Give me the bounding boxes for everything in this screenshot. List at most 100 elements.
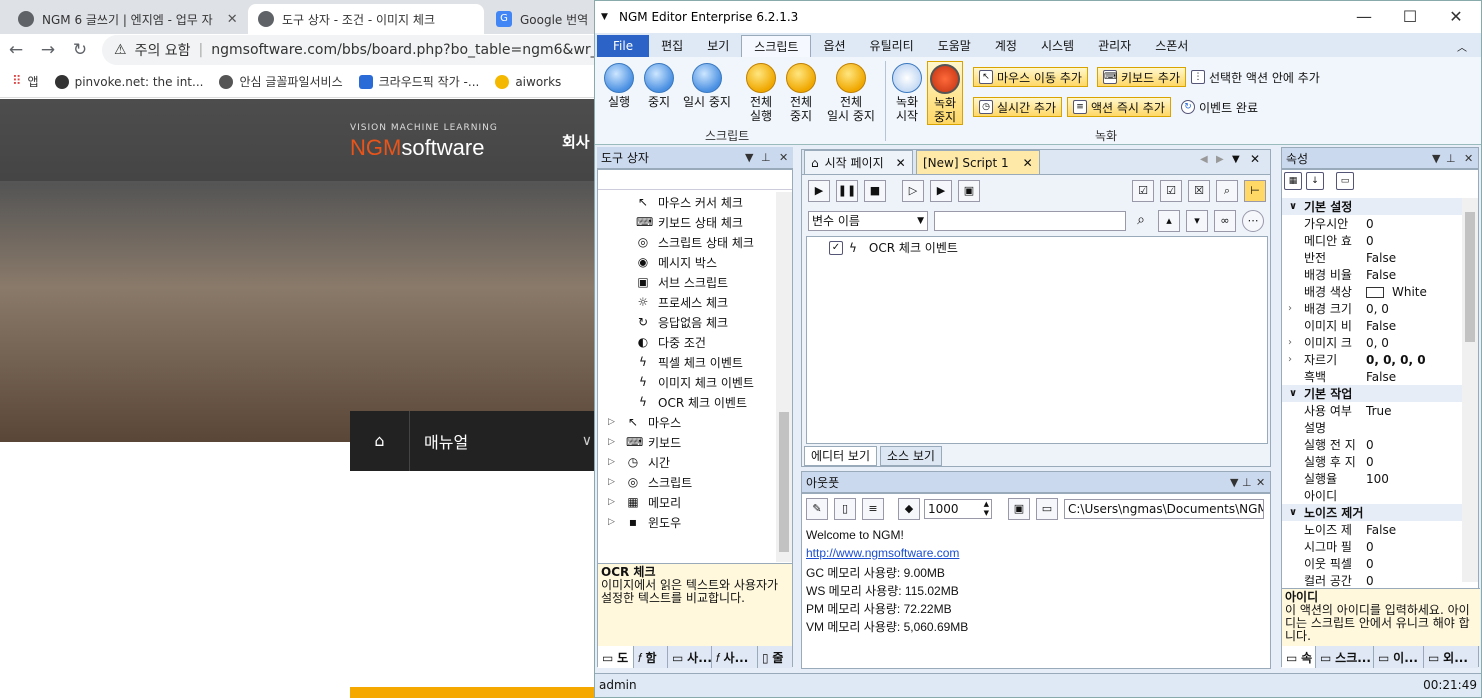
back-icon[interactable]: ← — [0, 40, 32, 60]
property-row[interactable]: 이미지 비 False — [1282, 317, 1464, 334]
run-all-button[interactable]: 전체 실행 — [743, 63, 779, 123]
close-icon[interactable]: ✕ — [1464, 148, 1473, 170]
tab-editor-view[interactable]: 에디터 보기 — [804, 446, 878, 466]
property-row[interactable]: 노이즈 제 False — [1282, 521, 1464, 538]
forward-icon[interactable]: → — [32, 40, 64, 60]
line-count-stepper[interactable]: 1000 ▲ ▼ — [924, 499, 992, 519]
property-value-cell[interactable]: False — [1362, 370, 1464, 384]
toolbox-item[interactable]: ↖ 마우스 커서 체크 — [636, 192, 743, 212]
dropdown-icon[interactable]: ▼ — [1230, 472, 1238, 494]
property-row[interactable]: › 배경 크기 0, 0 — [1282, 300, 1464, 317]
tab-toolbox[interactable]: ▭ 도 — [598, 646, 634, 668]
collapse-icon[interactable]: ∨ — [1282, 201, 1304, 212]
tab-lines[interactable]: ▯ 줄 — [758, 646, 792, 668]
property-row[interactable]: 배경 비율 False — [1282, 266, 1464, 283]
maximize-icon[interactable]: ☐ — [1387, 1, 1433, 33]
browser-tab[interactable]: NGM 6 글쓰기 | 엔지엠 - 업무 자 ✕ — [8, 4, 246, 34]
bookmark-item[interactable]: aiworks — [495, 74, 561, 89]
dropdown-icon[interactable]: ▼ — [1432, 148, 1440, 170]
toolbox-item[interactable]: ⌨ 키보드 상태 체크 — [636, 212, 743, 232]
property-row[interactable]: › 이미지 크 0, 0 — [1282, 334, 1464, 351]
pause-all-button[interactable]: 전체 일시 중지 — [823, 63, 879, 123]
property-row[interactable]: 설명 — [1282, 419, 1464, 436]
expand-icon[interactable]: › — [1288, 303, 1292, 314]
list-item[interactable]: ✓ ϟ OCR 체크 이벤트 — [829, 239, 958, 256]
home-icon[interactable]: ⌂ — [350, 411, 410, 471]
toolbox-group[interactable]: ▷ ▦ 메모리 — [608, 492, 681, 512]
property-value-cell[interactable]: White — [1362, 285, 1464, 299]
close-icon[interactable]: ✕ — [227, 12, 238, 27]
add-inside-action-button[interactable]: ⋮ 선택한 액션 안에 추가 — [1191, 67, 1320, 87]
expand-arrow-icon[interactable]: ▷ — [608, 437, 618, 447]
url-field[interactable]: ⚠ 주의 요함 | ngmsoftware.com/bbs/board.php?… — [102, 35, 600, 65]
check-all-icon[interactable]: ☑ — [1160, 180, 1182, 202]
property-row[interactable]: 메디안 효 0 — [1282, 232, 1464, 249]
tab-account[interactable]: 계정 — [983, 35, 1029, 57]
search-input[interactable] — [934, 211, 1126, 231]
tab-script-1[interactable]: [New] Script 1 ✕ — [916, 150, 1040, 174]
property-value-cell[interactable]: False — [1362, 251, 1464, 265]
more-icon[interactable]: ⋯ — [1242, 210, 1264, 232]
toolbox-item[interactable]: ϟ OCR 체크 이벤트 — [636, 392, 747, 412]
checkbox-checked[interactable]: ✓ — [829, 240, 843, 255]
pin-icon[interactable]: ⊥ — [761, 147, 771, 169]
move-down-icon[interactable]: ▾ — [1186, 210, 1208, 232]
property-value-cell[interactable]: 0, 0 — [1362, 302, 1464, 316]
tab-script[interactable]: ▭ 스크... — [1316, 646, 1374, 668]
close-icon[interactable]: ✕ — [779, 147, 788, 169]
bookmark-apps[interactable]: ⠿ 앱 — [12, 73, 39, 90]
close-icon[interactable]: ✕ — [896, 156, 906, 170]
property-value-cell[interactable]: 0 — [1362, 574, 1464, 588]
tab-misc[interactable]: ▭ 사... — [668, 646, 712, 668]
property-row[interactable]: 컬러 공간 0 — [1282, 572, 1464, 589]
collapse-ribbon-icon[interactable]: ︿ — [1457, 39, 1467, 54]
browser-tab[interactable]: G Google 번역 — [486, 4, 600, 34]
property-value-cell[interactable]: 0 — [1362, 438, 1464, 452]
close-icon[interactable]: ✕ — [1023, 156, 1033, 170]
toolbox-group[interactable]: ▷ ◷ 시간 — [608, 452, 670, 472]
tab-edit[interactable]: 편집 — [649, 35, 695, 57]
property-category[interactable]: ∨ 기본 설정 — [1282, 198, 1464, 215]
run-button[interactable]: 실행 — [601, 63, 637, 109]
eraser-icon[interactable]: ◆ — [898, 498, 920, 520]
dropdown-icon[interactable]: ▼ — [1232, 154, 1240, 165]
property-value-cell[interactable]: 0 — [1362, 557, 1464, 571]
add-keyboard-button[interactable]: ⌨ 키보드 추가 — [1097, 67, 1187, 87]
tab-properties[interactable]: ▭ 속 — [1282, 646, 1316, 668]
step-into-icon[interactable]: ▶ — [930, 180, 952, 202]
toolbox-group[interactable]: ▷ ⌨ 키보드 — [608, 432, 681, 452]
pause-icon[interactable]: ❚❚ — [836, 180, 858, 202]
toolbox-group[interactable]: ▷ ↖ 마우스 — [608, 412, 681, 432]
system-menu-icon[interactable]: ▼ — [601, 12, 608, 22]
menu-label[interactable]: 매뉴얼 — [410, 429, 582, 453]
record-stop-button[interactable]: 녹화 중지 — [927, 61, 963, 125]
dropdown-icon[interactable]: ▼ — [745, 147, 753, 169]
loop-icon[interactable]: ∞ — [1214, 210, 1236, 232]
property-value-cell[interactable]: 0 — [1362, 217, 1464, 231]
tab-system[interactable]: 시스템 — [1029, 35, 1086, 57]
check-icon[interactable]: ☑ — [1132, 180, 1154, 202]
minimize-icon[interactable]: — — [1341, 1, 1387, 33]
toolbox-item[interactable]: ↻ 응답없음 체크 — [636, 312, 728, 332]
expand-arrow-icon[interactable]: ▷ — [608, 417, 618, 427]
property-value-cell[interactable]: False — [1362, 523, 1464, 537]
tab-sponsor[interactable]: 스폰서 — [1143, 35, 1200, 57]
property-value-cell[interactable]: 0, 0, 0, 0 — [1362, 353, 1464, 367]
tab-script[interactable]: 스크립트 — [741, 35, 812, 57]
toolbox-item[interactable]: ϟ 이미지 체크 이벤트 — [636, 372, 754, 392]
save-icon[interactable]: ▣ — [1008, 498, 1030, 520]
property-row[interactable]: 사용 여부 True — [1282, 402, 1464, 419]
property-row[interactable]: 이웃 픽셀 0 — [1282, 555, 1464, 572]
pin-icon[interactable]: ⊥ — [1242, 472, 1252, 494]
property-category[interactable]: ∨ 노이즈 제거 — [1282, 504, 1464, 521]
property-row[interactable]: 시그마 필 0 — [1282, 538, 1464, 555]
step-icon[interactable]: ▷ — [902, 180, 924, 202]
property-pages-icon[interactable]: ▭ — [1336, 172, 1354, 190]
play-icon[interactable]: ▶ — [808, 180, 830, 202]
search-icon[interactable]: ⌕ — [1130, 210, 1152, 232]
tab-file[interactable]: File — [597, 35, 650, 57]
tab-options[interactable]: 옵션 — [811, 35, 857, 57]
close-icon[interactable]: ✕ — [1250, 152, 1260, 166]
record-start-button[interactable]: 녹화 시작 — [891, 63, 923, 123]
property-value-cell[interactable]: 0 — [1362, 234, 1464, 248]
